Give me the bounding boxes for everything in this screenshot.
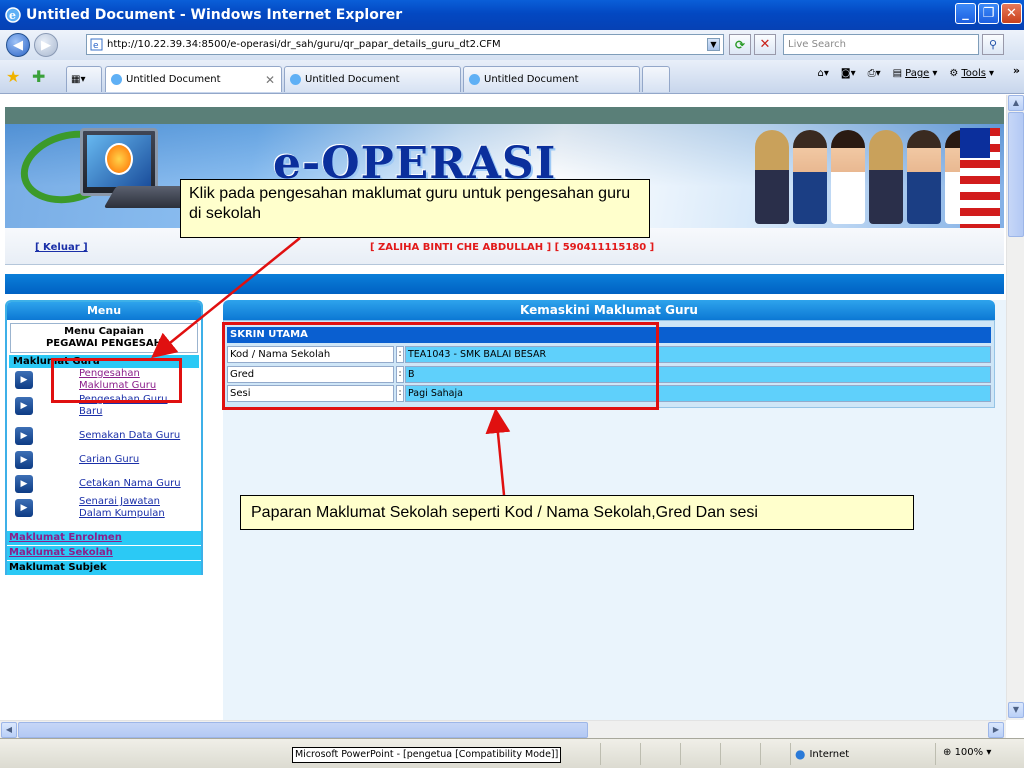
close-tab-icon[interactable]: ✕	[265, 73, 275, 87]
menu-item-carian-guru[interactable]: ▶ Carian Guru	[11, 448, 201, 472]
tools-menu-label: Tools	[961, 68, 986, 79]
print-button[interactable]: ⎙▾	[868, 68, 881, 79]
arrow-right-icon: ▶	[15, 427, 33, 445]
page-icon	[469, 74, 480, 85]
tab-label: Untitled Document	[126, 74, 221, 85]
window-title-bar: e Untitled Document - Windows Internet E…	[0, 0, 1024, 30]
forward-button[interactable]: ▶	[34, 33, 58, 57]
menu-item-label[interactable]: Senarai Jawatan Dalam Kumpulan	[79, 496, 179, 520]
security-zone: ● Internet	[795, 747, 849, 761]
page-icon: e	[90, 38, 103, 51]
arrow-right-icon: ▶	[15, 499, 33, 517]
tab-label: Untitled Document	[305, 74, 400, 85]
window-title: Untitled Document - Windows Internet Exp…	[26, 7, 403, 23]
status-tooltip: Microsoft PowerPoint - [pengetua [Compat…	[292, 747, 562, 763]
feeds-button[interactable]: ◙▾	[841, 68, 856, 79]
home-button[interactable]: ⌂▾	[818, 68, 829, 79]
arrow-right-icon: ▶	[15, 451, 33, 469]
globe-icon: ●	[795, 747, 806, 761]
stop-button[interactable]: ✕	[754, 34, 776, 55]
ie-logo-icon: e	[5, 7, 21, 23]
scroll-left-icon[interactable]: ◀	[1, 722, 17, 738]
panel-title: Kemaskini Maklumat Guru	[223, 300, 995, 320]
header-strip	[5, 107, 1004, 124]
svg-text:e: e	[9, 9, 16, 22]
scroll-up-icon[interactable]: ▲	[1008, 95, 1024, 111]
new-tab-button[interactable]	[642, 66, 670, 92]
vertical-scroll-thumb[interactable]	[1008, 112, 1024, 237]
tab-1[interactable]: Untitled Document ✕	[105, 66, 282, 92]
address-input[interactable]: e http://10.22.39.34:8500/e-operasi/dr_s…	[86, 34, 724, 55]
menu-bottom-links: Maklumat Enrolmen Maklumat Sekolah Maklu…	[7, 530, 201, 575]
menu-item-senarai-jawatan[interactable]: ▶ Senarai Jawatan Dalam Kumpulan	[11, 496, 201, 520]
menu-title: Menu	[7, 302, 201, 320]
zoom-value: 100%	[954, 747, 984, 758]
vertical-scrollbar[interactable]: ▲ ▼	[1006, 95, 1024, 720]
arrow-right-icon: ▶	[15, 371, 33, 389]
page-menu[interactable]: ▤ Page ▾	[893, 68, 938, 79]
status-bar: Microsoft PowerPoint - [pengetua [Compat…	[0, 738, 1024, 768]
search-input[interactable]: Live Search	[783, 34, 979, 55]
scroll-down-icon[interactable]: ▼	[1008, 702, 1024, 718]
zoom-control[interactable]: ⊕ 100% ▾	[943, 747, 991, 758]
add-favorites-icon[interactable]: ✚	[32, 67, 45, 86]
page-menu-label: Page	[905, 68, 930, 79]
logout-link[interactable]: [ Keluar ]	[35, 242, 88, 253]
minimize-button[interactable]: _	[955, 3, 976, 24]
tab-3[interactable]: Untitled Document	[463, 66, 640, 92]
page-icon	[290, 74, 301, 85]
arrow-right-icon: ▶	[15, 475, 33, 493]
tab-label: Untitled Document	[484, 74, 579, 85]
tools-menu[interactable]: ⚙ Tools ▾	[949, 68, 994, 79]
tab-bar: ★ ✚ ▦▾ Untitled Document ✕ Untitled Docu…	[0, 60, 1024, 94]
arrow-right-icon: ▶	[15, 397, 33, 415]
menu-link-maklumat-subjek[interactable]: Maklumat Subjek	[7, 560, 201, 575]
menu-caption-line2: PEGAWAI PENGESAH	[45, 338, 163, 349]
highlight-box-menu-item	[51, 358, 182, 403]
menu-link-maklumat-sekolah[interactable]: Maklumat Sekolah	[7, 545, 201, 560]
school-emblem-icon	[105, 143, 133, 175]
menu-item-label[interactable]: Carian Guru	[79, 454, 189, 466]
callout-display-info: Paparan Maklumat Sekolah seperti Kod / N…	[240, 495, 914, 530]
highlight-box-school-info	[222, 322, 659, 410]
menu-item-semakan-data-guru[interactable]: ▶ Semakan Data Guru	[11, 424, 201, 448]
svg-text:e: e	[93, 41, 99, 51]
address-dropdown-icon[interactable]: ▼	[707, 38, 720, 51]
chevron-more-icon[interactable]: »	[1013, 64, 1020, 77]
zone-label: Internet	[809, 748, 850, 760]
quick-tabs-button[interactable]: ▦▾	[66, 66, 102, 92]
search-button[interactable]: ⚲	[982, 34, 1004, 55]
horizontal-scroll-thumb[interactable]	[18, 722, 588, 738]
tab-2[interactable]: Untitled Document	[284, 66, 461, 92]
menu-item-label[interactable]: Cetakan Nama Guru	[79, 478, 189, 490]
refresh-button[interactable]: ⟳	[729, 34, 751, 55]
menu-caption: Menu Capaian PEGAWAI PENGESAH	[10, 323, 198, 353]
address-toolbar: ◀ ▶ e http://10.22.39.34:8500/e-operasi/…	[0, 30, 1024, 60]
menu-link-maklumat-enrolmen[interactable]: Maklumat Enrolmen	[7, 530, 201, 545]
url-text: http://10.22.39.34:8500/e-operasi/dr_sah…	[107, 39, 501, 50]
side-menu: Menu Menu Capaian PEGAWAI PENGESAH Maklu…	[5, 300, 203, 575]
zoom-icon: ⊕	[943, 747, 955, 758]
restore-button[interactable]: ❐	[978, 3, 999, 24]
flag-canton	[960, 128, 990, 158]
page-icon	[111, 74, 122, 85]
callout-click-instruction: Klik pada pengesahan maklumat guru untuk…	[180, 179, 650, 238]
menu-caption-line1: Menu Capaian	[64, 326, 144, 337]
students-photo	[755, 130, 979, 224]
menu-item-label[interactable]: Semakan Data Guru	[79, 430, 189, 442]
horizontal-scrollbar[interactable]: ◀ ▶	[0, 720, 1006, 738]
back-button[interactable]: ◀	[6, 33, 30, 57]
scroll-right-icon[interactable]: ▶	[988, 722, 1004, 738]
menu-item-cetakan-nama-guru[interactable]: ▶ Cetakan Nama Guru	[11, 472, 201, 496]
user-info: [ ZALIHA BINTI CHE ABDULLAH ] [ 59041111…	[370, 242, 655, 253]
close-window-button[interactable]: ✕	[1001, 3, 1022, 24]
blue-divider	[5, 274, 1004, 294]
favorites-star-icon[interactable]: ★	[6, 67, 20, 86]
